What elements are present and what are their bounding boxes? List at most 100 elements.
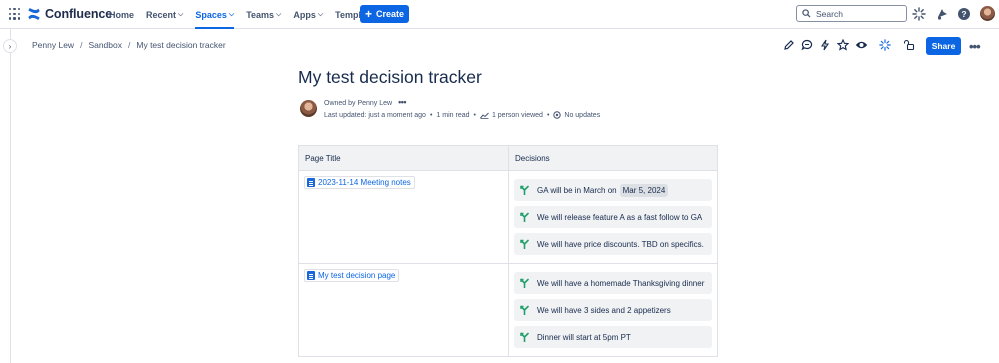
product-name: Confluence bbox=[45, 7, 113, 21]
nav-home[interactable]: Home bbox=[109, 0, 134, 29]
decision-text: We will have a homemade Thanksgiving din… bbox=[537, 278, 705, 288]
page-metadata: Last updated: just a moment ago • 1 min … bbox=[324, 111, 600, 119]
decision-text: Dinner will start at 5pm PT bbox=[537, 332, 631, 342]
chevron-down-icon: ⌵ bbox=[317, 10, 324, 18]
decision-icon bbox=[520, 212, 529, 222]
decision-text: We will release feature A as a fast foll… bbox=[537, 212, 703, 222]
plus-icon: + bbox=[364, 6, 372, 21]
table-header-row: Page Title Decisions bbox=[298, 145, 718, 171]
restrictions-icon[interactable] bbox=[902, 38, 916, 52]
owner-line: Owned by Penny Lew ••• bbox=[324, 97, 407, 107]
comment-icon[interactable] bbox=[800, 38, 814, 52]
decision-icon bbox=[520, 278, 529, 288]
page-title-cell: My test decision page bbox=[298, 263, 509, 357]
analytics-icon bbox=[480, 112, 489, 119]
decision-icon bbox=[520, 185, 529, 195]
chevron-down-icon: ⌵ bbox=[276, 10, 282, 18]
breadcrumb-separator: / bbox=[128, 40, 131, 50]
watch-icon[interactable] bbox=[854, 38, 868, 52]
breadcrumb-item[interactable]: Sandbox bbox=[88, 40, 122, 50]
avatar[interactable] bbox=[980, 6, 995, 21]
svg-text:?: ? bbox=[961, 9, 966, 19]
nav-recent[interactable]: Recent ⌵ bbox=[146, 0, 183, 29]
decision-icon bbox=[520, 239, 529, 249]
confluence-logo-icon bbox=[28, 8, 40, 20]
decision-text: GA will be in March on Mar 5, 2024 bbox=[537, 183, 669, 197]
nav-apps-label: Apps bbox=[293, 9, 316, 20]
updates-item[interactable]: No updates bbox=[553, 111, 600, 119]
page-toolbar bbox=[782, 38, 920, 52]
page-title-cell: 2023-11-14 Meeting notes bbox=[298, 170, 509, 264]
nav-teams-label: Teams bbox=[246, 9, 275, 20]
decision-item[interactable]: We will release feature A as a fast foll… bbox=[514, 206, 712, 228]
confluence-logo[interactable]: Confluence bbox=[27, 7, 112, 21]
decision-item[interactable]: Dinner will start at 5pm PT bbox=[514, 326, 712, 348]
decision-item[interactable]: We will have price discounts. TBD on spe… bbox=[514, 233, 712, 255]
owner-more-button[interactable]: ••• bbox=[398, 97, 406, 107]
last-updated: Last updated: just a moment ago bbox=[324, 111, 426, 119]
notifications-icon[interactable] bbox=[935, 7, 949, 21]
create-button[interactable]: + Create bbox=[360, 5, 409, 23]
nav-spaces[interactable]: Spaces ⌵ bbox=[195, 0, 234, 29]
nav-teams[interactable]: Teams ⌵ bbox=[246, 0, 281, 29]
search-input[interactable]: Search bbox=[796, 5, 907, 22]
decisions-cell: We will have a homemade Thanksgiving din… bbox=[508, 263, 718, 357]
decision-text: We will have price discounts. TBD on spe… bbox=[537, 239, 704, 249]
decision-item[interactable]: We will have 3 sides and 2 appetizers bbox=[514, 299, 712, 321]
decision-item[interactable]: We will have a homemade Thanksgiving din… bbox=[514, 272, 712, 294]
chevron-down-icon: ⌵ bbox=[228, 10, 235, 18]
page-link[interactable]: My test decision page bbox=[304, 269, 400, 282]
edit-icon[interactable] bbox=[782, 38, 796, 52]
read-time: 1 min read bbox=[436, 111, 470, 119]
nav-apps[interactable]: Apps ⌵ bbox=[293, 0, 323, 29]
views-text: 1 person viewed bbox=[491, 111, 543, 119]
page-link-label: 2023-11-14 Meeting notes bbox=[318, 178, 411, 187]
decision-icon bbox=[520, 305, 529, 315]
rovo-icon[interactable] bbox=[912, 7, 926, 21]
search-icon bbox=[802, 9, 811, 18]
nav-home-label: Home bbox=[109, 9, 135, 20]
nav-recent-label: Recent bbox=[146, 9, 177, 20]
breadcrumb-item[interactable]: My test decision tracker bbox=[136, 40, 225, 50]
nav-spaces-label: Spaces bbox=[195, 9, 227, 20]
help-icon[interactable]: ? bbox=[957, 7, 971, 21]
page-icon bbox=[307, 271, 315, 280]
lightning-icon[interactable] bbox=[818, 38, 832, 52]
meta-bullet: • bbox=[473, 111, 476, 119]
table-row: My test decision page We will have a hom… bbox=[298, 263, 718, 357]
views-item[interactable]: 1 person viewed bbox=[480, 112, 543, 119]
breadcrumb: Penny Lew / Sandbox / My test decision t… bbox=[32, 40, 226, 50]
decisions-table: Page Title Decisions 2023-11-14 Meeting … bbox=[298, 145, 718, 357]
sidebar-expand-button[interactable]: › bbox=[3, 39, 17, 53]
top-navigation: Confluence Home Recent ⌵ Spaces ⌵ Teams ⌵ A… bbox=[0, 0, 999, 29]
sidebar-divider bbox=[10, 29, 11, 363]
page-icon bbox=[307, 178, 315, 187]
updates-text: No updates bbox=[564, 111, 601, 119]
create-button-label: Create bbox=[376, 9, 405, 19]
chevron-down-icon: ⌵ bbox=[178, 10, 184, 18]
app-switcher-icon[interactable] bbox=[9, 8, 21, 20]
table-row: 2023-11-14 Meeting notes GA will be in M… bbox=[298, 170, 718, 264]
page-title: My test decision tracker bbox=[298, 67, 482, 87]
decisions-cell: GA will be in March on Mar 5, 2024 We wil… bbox=[508, 170, 718, 264]
owner-text: Owned by Penny Lew bbox=[324, 100, 393, 107]
breadcrumb-item[interactable]: Penny Lew bbox=[32, 40, 74, 50]
search-placeholder: Search bbox=[816, 8, 843, 19]
ai-icon[interactable] bbox=[878, 38, 892, 52]
page-link-label: My test decision page bbox=[318, 271, 396, 280]
more-actions-button[interactable]: ••• bbox=[969, 39, 981, 54]
meta-bullet: • bbox=[546, 111, 550, 119]
owner-avatar[interactable] bbox=[300, 100, 317, 117]
column-header: Page Title bbox=[298, 145, 509, 171]
decision-text-content: GA will be in March on bbox=[537, 185, 617, 195]
star-icon[interactable] bbox=[836, 38, 850, 52]
decision-text: We will have 3 sides and 2 appetizers bbox=[537, 305, 671, 315]
decision-icon bbox=[520, 332, 529, 342]
meta-bullet: • bbox=[429, 111, 433, 119]
decision-item[interactable]: GA will be in March on Mar 5, 2024 bbox=[514, 179, 712, 201]
share-button[interactable]: Share bbox=[926, 37, 961, 55]
updates-icon bbox=[553, 111, 562, 119]
column-header: Decisions bbox=[508, 145, 718, 171]
page-link[interactable]: 2023-11-14 Meeting notes bbox=[304, 176, 415, 189]
date-lozenge[interactable]: Mar 5, 2024 bbox=[619, 183, 669, 197]
